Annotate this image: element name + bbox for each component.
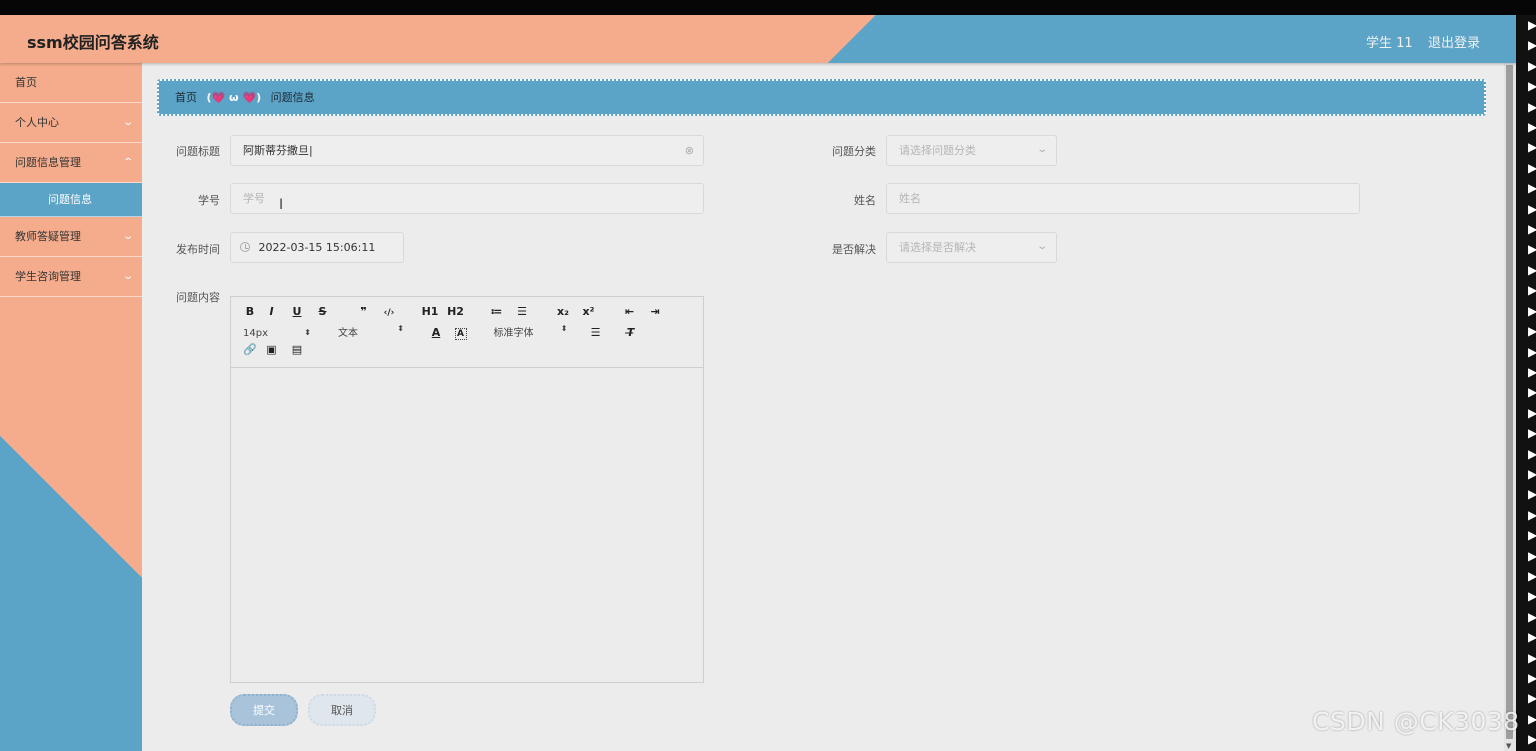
link-icon[interactable]: 🔗 xyxy=(243,343,257,356)
title-label: 问题标题 xyxy=(176,145,220,158)
title-input-value: 阿斯蒂芬撒旦| xyxy=(243,144,313,157)
sidebar-item-student-consult[interactable]: 学生咨询管理 ⌄ xyxy=(0,257,142,297)
sidebar-item-teacher-answers[interactable]: 教师答疑管理 ⌄ xyxy=(0,217,142,257)
breadcrumb: 首页 (💗 ω 💗) 问题信息 xyxy=(157,79,1486,116)
chevron-up-icon: ⌃ xyxy=(121,157,134,168)
sidebar-item-label: 首页 xyxy=(15,76,37,89)
text-cursor-icon: I xyxy=(279,197,284,213)
text-type-select[interactable]: 文本 ⬍ xyxy=(338,324,404,339)
publish-time-picker[interactable]: 2022-03-15 15:06:11 xyxy=(230,232,404,263)
student-id-label: 学号 xyxy=(198,194,220,207)
image-icon[interactable]: ▣ xyxy=(261,343,283,356)
sidebar-item-label: 问题信息 xyxy=(48,193,92,206)
bullet-list-button[interactable]: ☰ xyxy=(511,305,533,318)
breadcrumb-current: 问题信息 xyxy=(270,91,315,104)
chevron-down-icon: ⌄ xyxy=(1035,241,1048,252)
name-placeholder: 姓名 xyxy=(899,192,921,205)
font-family-value: 标准字体 xyxy=(493,328,534,339)
heading2-button[interactable]: H2 xyxy=(445,305,467,318)
resolved-label: 是否解决 xyxy=(832,243,876,256)
scrollbar-thumb[interactable] xyxy=(1506,65,1513,739)
publish-time-label: 发布时间 xyxy=(176,243,220,256)
blockquote-button[interactable]: ❞ xyxy=(353,305,375,318)
superscript-button[interactable]: x² xyxy=(578,305,600,318)
category-placeholder: 请选择问题分类 xyxy=(899,144,976,157)
current-user: 学生 11 xyxy=(1366,36,1413,51)
chevron-down-icon: ⌄ xyxy=(121,271,134,282)
category-label: 问题分类 xyxy=(832,145,876,158)
align-icon[interactable]: ☰ xyxy=(585,326,607,339)
font-size-select[interactable]: 14px ⬍ xyxy=(243,328,311,339)
sidebar-item-question-management[interactable]: 问题信息管理 ⌃ xyxy=(0,143,142,183)
vertical-scrollbar[interactable]: ▼ xyxy=(1504,63,1516,751)
resolved-select[interactable]: 请选择是否解决 ⌄ xyxy=(886,232,1057,263)
video-icon[interactable]: ▤ xyxy=(286,343,308,356)
cancel-button[interactable]: 取消 xyxy=(308,694,376,726)
heading1-button[interactable]: H1 xyxy=(419,305,441,318)
breadcrumb-home[interactable]: 首页 xyxy=(175,91,197,104)
sidebar-item-label: 个人中心 xyxy=(15,116,59,129)
chevron-down-icon: ⌄ xyxy=(1035,144,1048,155)
student-id-input[interactable]: 学号 I xyxy=(230,183,704,214)
toolbar-row-styles: 14px ⬍ 文本 ⬍ A A 标准字体 ⬍ ☰ T̶ xyxy=(243,324,703,343)
publish-time-value: 2022-03-15 15:06:11 xyxy=(258,241,376,254)
content-label: 问题内容 xyxy=(176,291,220,304)
updown-icon: ⬍ xyxy=(397,324,404,333)
sidebar-item-label: 学生咨询管理 xyxy=(15,270,81,283)
sidebar-item-label: 教师答疑管理 xyxy=(15,230,81,243)
name-input[interactable]: 姓名 xyxy=(886,183,1360,214)
bold-button[interactable]: B xyxy=(243,305,257,318)
updown-icon: ⬍ xyxy=(560,324,568,333)
app-title: ssm校园问答系统 xyxy=(27,33,159,52)
breadcrumb-separator: (💗 ω 💗) xyxy=(206,91,262,104)
editor-toolbar: B I U S ❞ ‹/› H1 H2 ≔ ☰ x₂ x² ⇤ ⇥ 14px ⬍… xyxy=(231,297,703,368)
indent-button[interactable]: ⇥ xyxy=(644,305,666,318)
toolbar-row-format: B I U S ❞ ‹/› H1 H2 ≔ ☰ x₂ x² ⇤ ⇥ xyxy=(243,305,703,324)
student-id-placeholder: 学号 xyxy=(243,192,265,205)
font-color-icon[interactable]: A xyxy=(425,326,447,339)
toolbar-row-media: 🔗 ▣ ▤ xyxy=(243,343,703,362)
updown-icon: ⬍ xyxy=(304,328,311,337)
font-family-select[interactable]: 标准字体 ⬍ xyxy=(494,324,568,339)
sidebar-subitem-question-info[interactable]: 问题信息 xyxy=(0,183,142,217)
text-type-value: 文本 xyxy=(338,328,358,339)
background-color-icon[interactable]: A xyxy=(454,328,467,340)
sidebar: 首页 个人中心 ⌄ 问题信息管理 ⌃ 问题信息 教师答疑管理 ⌄ 学生咨询管理 … xyxy=(0,63,142,751)
category-select[interactable]: 请选择问题分类 ⌄ xyxy=(886,135,1057,166)
main-content: 首页 (💗 ω 💗) 问题信息 问题标题 阿斯蒂芬撒旦| ⊗ 问题分类 请选择问… xyxy=(142,63,1504,751)
clear-format-icon[interactable]: T̶ xyxy=(620,326,642,339)
title-input[interactable]: 阿斯蒂芬撒旦| ⊗ xyxy=(230,135,704,166)
resolved-placeholder: 请选择是否解决 xyxy=(899,241,976,254)
logout-link[interactable]: 退出登录 xyxy=(1428,32,1480,51)
sidebar-item-home[interactable]: 首页 xyxy=(0,63,142,103)
window-top-strip xyxy=(0,0,1536,15)
sidebar-item-personal-center[interactable]: 个人中心 ⌄ xyxy=(0,103,142,143)
italic-button[interactable]: I xyxy=(261,305,283,318)
code-block-button[interactable]: ‹/› xyxy=(378,308,400,318)
submit-button[interactable]: 提交 xyxy=(230,694,298,726)
scroll-down-arrow-icon[interactable]: ▼ xyxy=(1506,742,1511,750)
underline-button[interactable]: U xyxy=(286,305,308,318)
clock-icon xyxy=(240,242,250,252)
rich-text-editor: B I U S ❞ ‹/› H1 H2 ≔ ☰ x₂ x² ⇤ ⇥ 14px ⬍… xyxy=(230,296,704,683)
ordered-list-button[interactable]: ≔ xyxy=(486,305,508,318)
chevron-down-icon: ⌄ xyxy=(121,231,134,242)
subscript-button[interactable]: x₂ xyxy=(552,305,574,318)
watermark: CSDN @CK3038 xyxy=(1312,707,1520,736)
sidebar-item-label: 问题信息管理 xyxy=(15,156,81,169)
editor-body[interactable] xyxy=(231,368,703,682)
top-header: ssm校园问答系统 学生 11 退出登录 xyxy=(0,15,1516,63)
font-size-value: 14px xyxy=(243,328,268,339)
strikethrough-button[interactable]: S xyxy=(312,305,334,318)
clear-icon[interactable]: ⊗ xyxy=(685,136,694,166)
name-label: 姓名 xyxy=(854,194,876,207)
chevron-down-icon: ⌄ xyxy=(121,117,134,128)
video-frame-strip: ▶ ▶ ▶ ▶ ▶ ▶ ▶ ▶ ▶ ▶ ▶ ▶ ▶ ▶ ▶ ▶ ▶ ▶ ▶ ▶ ▶ ▶ ▶ ▶ ▶ ▶ ▶ ▶ ▶ ▶ ▶ ▶ ▶ ▶ ▶ ▶ xyxy=(1516,15,1536,751)
outdent-button[interactable]: ⇤ xyxy=(619,305,641,318)
